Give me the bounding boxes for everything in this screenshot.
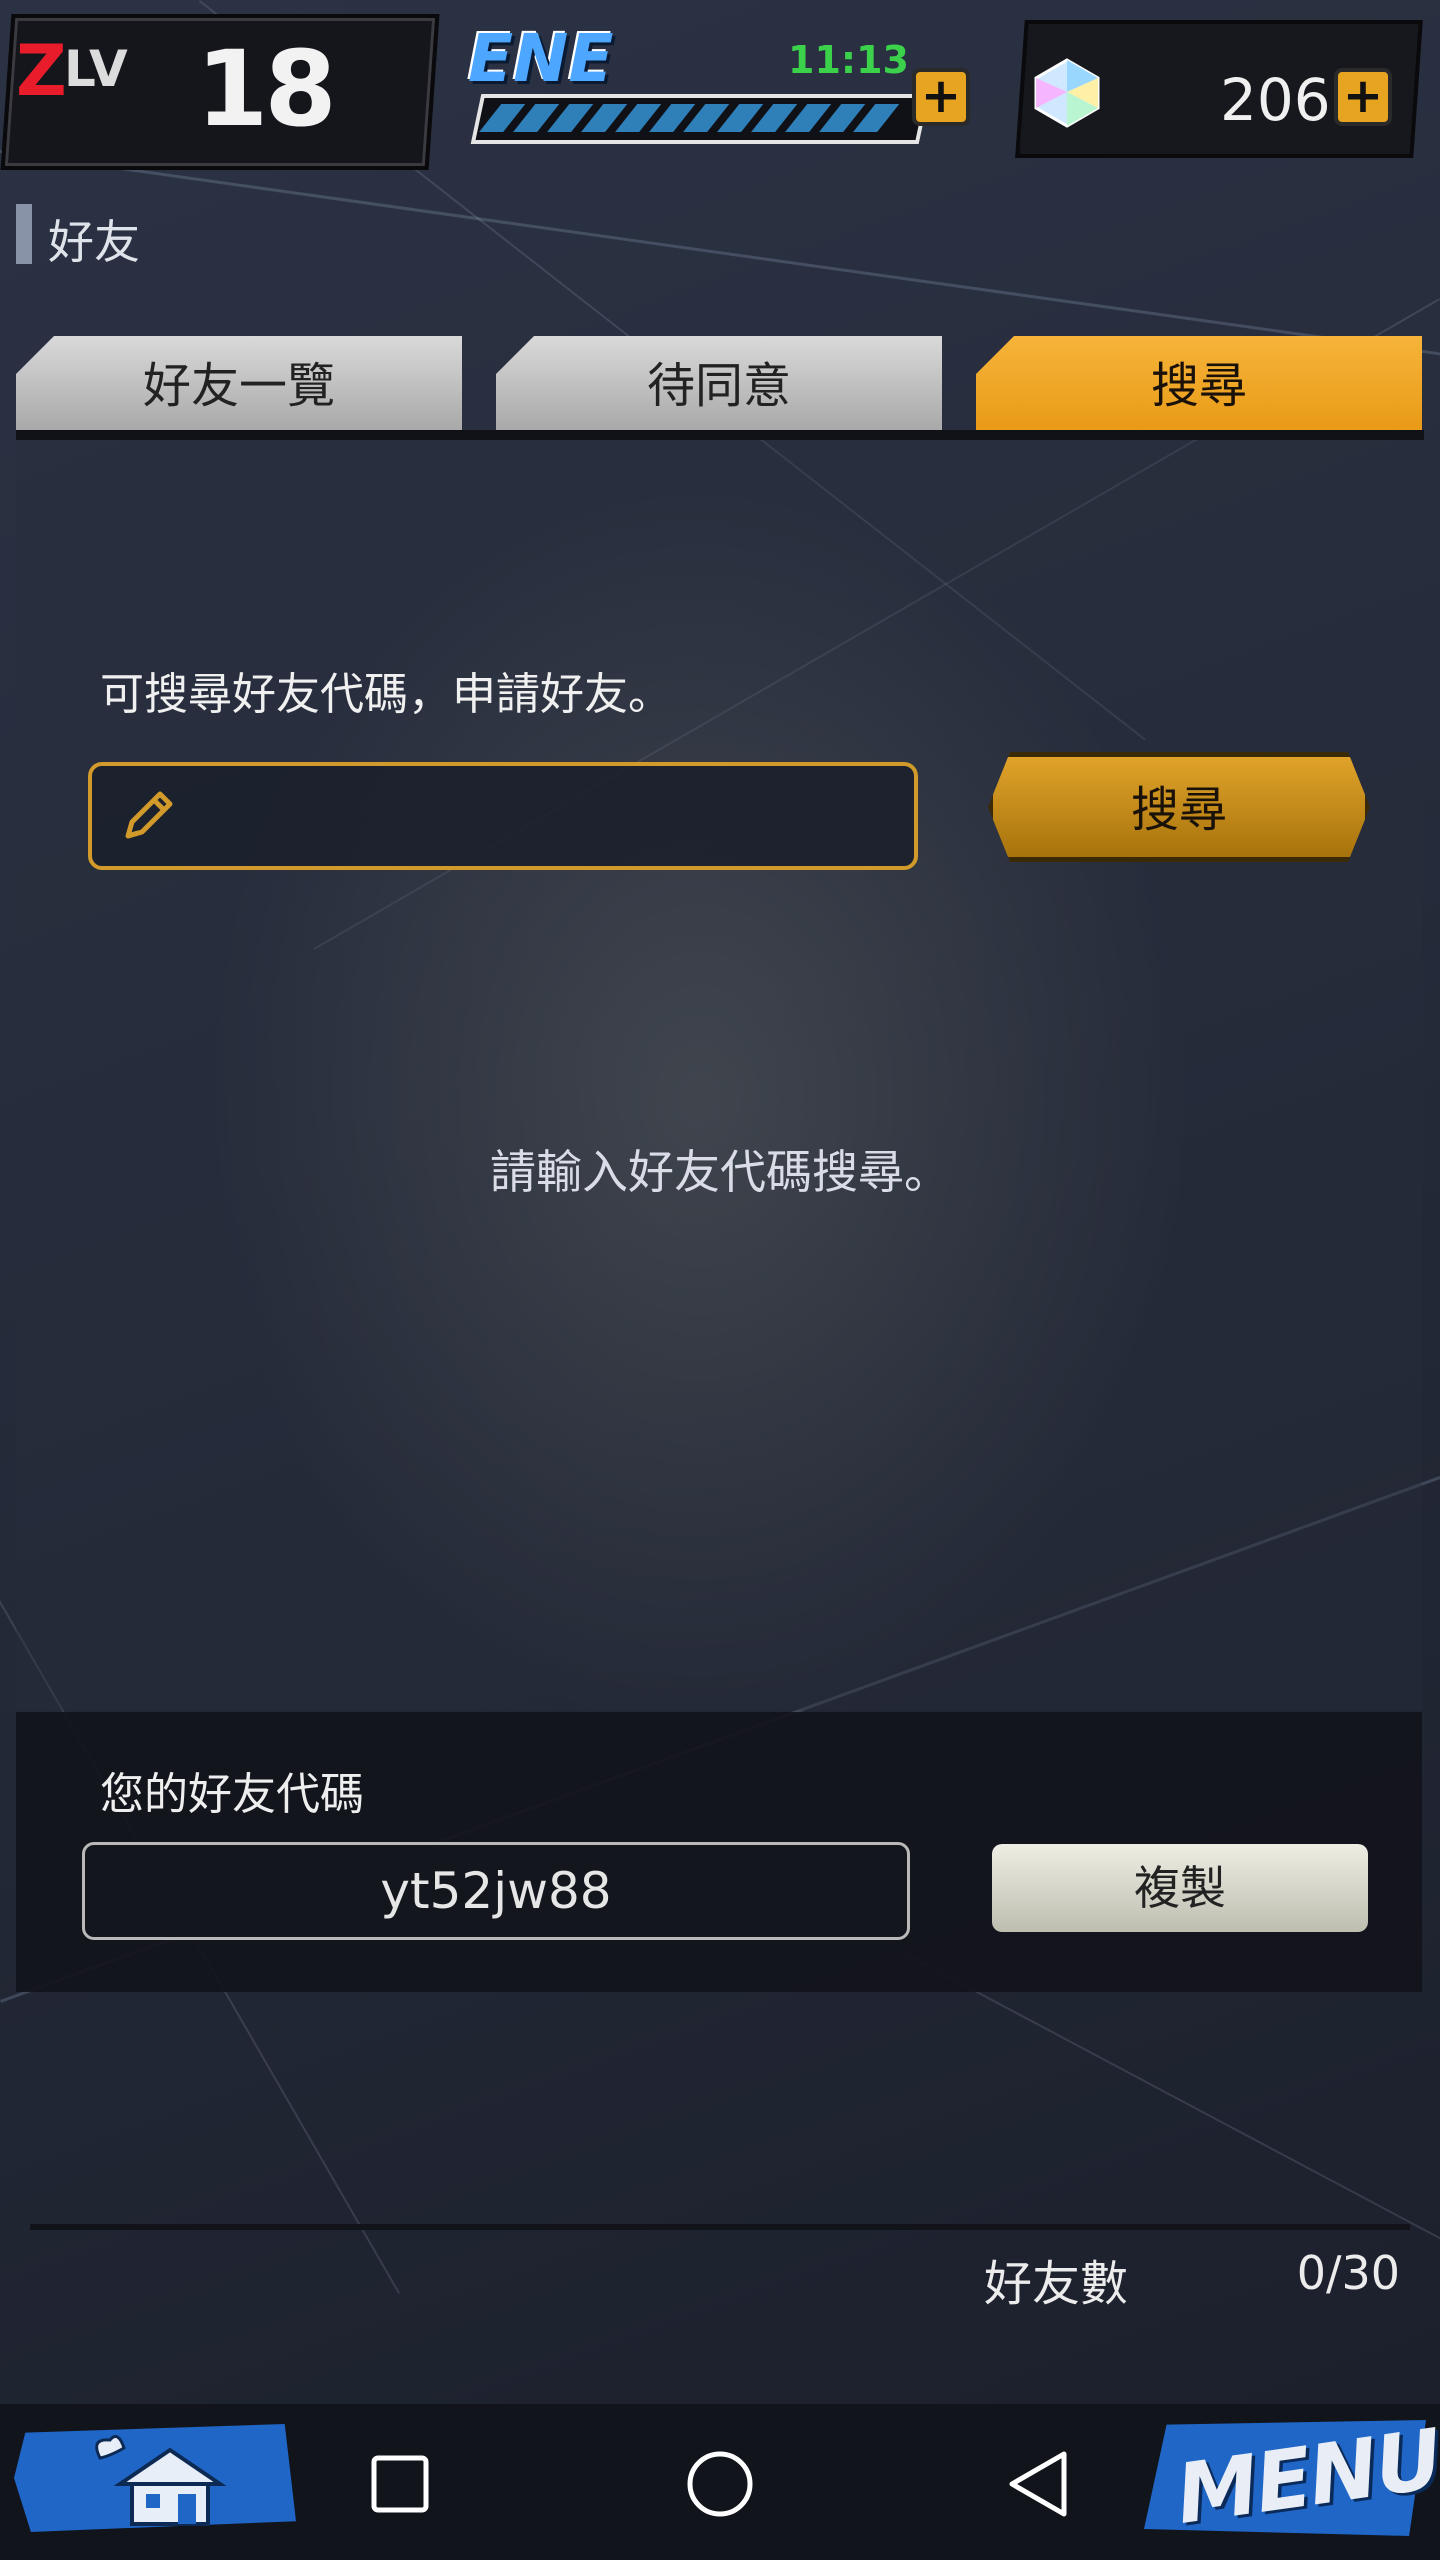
- search-panel: [16, 440, 1422, 1710]
- level-label: LV: [64, 40, 128, 98]
- circle-icon[interactable]: [684, 2448, 756, 2520]
- empty-search-message: 請輸入好友代碼搜尋。: [490, 1145, 950, 1199]
- tab-friend-list[interactable]: 好友一覽: [16, 336, 462, 432]
- level-value: 18: [196, 28, 337, 150]
- energy-bar: [470, 94, 930, 144]
- search-button[interactable]: 搜尋: [988, 752, 1370, 862]
- friend-code-value: yt52jw88: [82, 1842, 910, 1940]
- count-divider: [30, 2224, 1410, 2230]
- gem-plus-button[interactable]: +: [1334, 68, 1392, 126]
- friend-code-search-input[interactable]: [88, 762, 918, 870]
- energy-plus-button[interactable]: +: [912, 68, 970, 126]
- tab-search[interactable]: 搜尋: [976, 336, 1422, 432]
- copy-button[interactable]: 複製: [992, 1844, 1368, 1932]
- title-accent-bar: [16, 204, 32, 264]
- energy-timer: 11:13: [788, 38, 909, 82]
- tab-pending[interactable]: 待同意: [496, 336, 942, 432]
- level-prefix: Z: [16, 30, 67, 112]
- square-icon[interactable]: [368, 2452, 432, 2516]
- search-instruction: 可搜尋好友代碼，申請好友。: [100, 669, 672, 720]
- friend-code-label: 您的好友代碼: [100, 1769, 364, 1820]
- energy-label: ENE: [468, 20, 614, 97]
- tab-divider: [16, 430, 1424, 440]
- page-title: 好友: [48, 215, 140, 269]
- friend-count-label: 好友數: [984, 2256, 1129, 2312]
- pencil-icon: [125, 791, 173, 839]
- gem-count: 206: [1220, 66, 1331, 134]
- gem-icon: [1034, 58, 1100, 128]
- friend-count-value: 0/30: [1296, 2246, 1400, 2300]
- energy-panel: ENE 11:13: [458, 12, 988, 150]
- back-triangle-icon[interactable]: [1004, 2448, 1072, 2520]
- house-icon: [95, 2434, 227, 2526]
- top-hud: Z LV 18 ENE 11:13 + 206 +: [0, 0, 1440, 170]
